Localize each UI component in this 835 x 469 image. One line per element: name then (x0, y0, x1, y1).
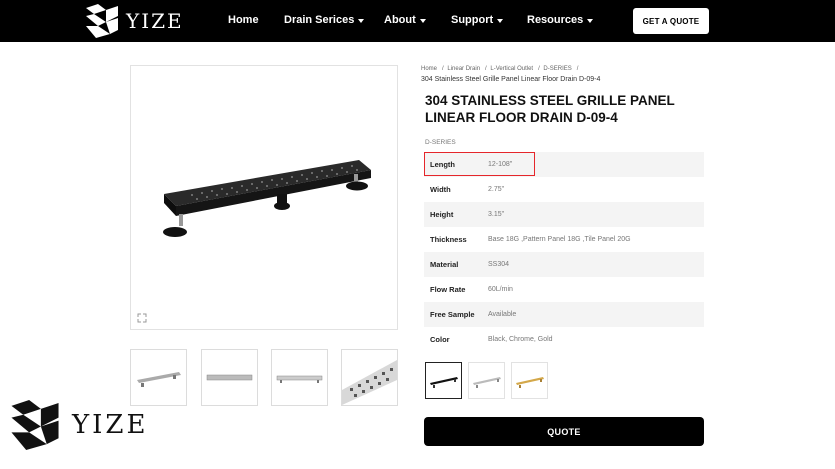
spec-value: 3.15" (488, 211, 505, 218)
thumbnail-2[interactable] (201, 349, 258, 406)
linear-drain-image (163, 160, 371, 237)
nav-resources[interactable]: Resources (527, 14, 594, 26)
chevron-down-icon (419, 18, 426, 23)
breadcrumb-home[interactable]: Home (421, 66, 437, 72)
spec-value: Base 18G ,Pattern Panel 18G ,Tile Panel … (488, 236, 631, 243)
yize-logo-icon (86, 4, 118, 38)
breadcrumb-current: 304 Stainless Steel Grille Panel Linear … (421, 76, 601, 83)
gold-drain-swatch-image (516, 377, 544, 388)
header-logo[interactable]: YIZE (84, 4, 184, 38)
spec-row-height: Height 3.15" (424, 202, 704, 227)
drain-thumbnail-image (137, 372, 181, 387)
thumbnail-1[interactable] (130, 349, 187, 406)
spec-table: Length 12-108" Width 2.75" Height 3.15" … (424, 152, 704, 352)
footer-logo-text: YIZE (72, 410, 149, 440)
thumbnail-3[interactable] (271, 349, 328, 406)
breadcrumb-separator: / (538, 66, 540, 72)
nav-home-label: Home (228, 14, 259, 26)
breadcrumb-separator: / (485, 66, 487, 72)
black-drain-swatch-image (430, 377, 458, 388)
get-a-quote-button[interactable]: GET A QUOTE (633, 8, 709, 34)
spec-value: Available (488, 311, 517, 318)
spec-label: Flow Rate (430, 285, 466, 294)
spec-value: Black, Chrome, Gold (488, 336, 553, 343)
drain-closeup-thumbnail-image (342, 360, 397, 405)
spec-label: Free Sample (430, 310, 475, 319)
nav-resources-label: Resources (527, 14, 584, 26)
spec-row-material: Material SS304 (424, 252, 704, 277)
nav-about-label: About (384, 14, 416, 26)
quote-button[interactable]: QUOTE (424, 417, 704, 446)
spec-row-free-sample: Free Sample Available (424, 302, 704, 327)
swatch-gold[interactable] (511, 362, 548, 399)
chevron-down-icon (358, 18, 365, 23)
drain-thumbnail-image (206, 374, 253, 381)
nav-support-label: Support (451, 14, 494, 26)
spec-value: 2.75" (488, 186, 505, 193)
expand-icon[interactable] (137, 313, 147, 323)
spec-value: SS304 (488, 261, 510, 268)
yize-logo-icon (11, 400, 59, 450)
drain-thumbnail-image (276, 375, 323, 383)
spec-value: 60L/min (488, 286, 513, 293)
chevron-down-icon (587, 18, 594, 23)
logo-text: YIZE (126, 9, 184, 33)
product-main-image[interactable] (130, 65, 398, 330)
site-header: YIZE Home Drain Serices About Support Re… (0, 0, 835, 42)
swatch-chrome[interactable] (468, 362, 505, 399)
spec-row-color: Color Black, Chrome, Gold (424, 327, 704, 352)
nav-drain-serices[interactable]: Drain Serices (284, 14, 365, 26)
product-title: 304 STAINLESS STEEL GRILLE PANEL LINEAR … (425, 93, 675, 125)
footer-logo: YIZE (8, 400, 148, 450)
spec-label: Thickness (430, 235, 467, 244)
spec-label: Width (430, 185, 451, 194)
thumbnail-4[interactable] (341, 349, 398, 406)
breadcrumb: Home / Linear Drain / L-Vertical Outlet / D… (421, 66, 580, 72)
chevron-down-icon (497, 18, 504, 23)
breadcrumb-separator: / (576, 66, 579, 72)
breadcrumb-separator: / (442, 66, 444, 72)
spec-row-width: Width 2.75" (424, 177, 704, 202)
nav-about[interactable]: About (384, 14, 426, 26)
nav-home[interactable]: Home (228, 14, 259, 26)
swatch-black[interactable] (425, 362, 462, 399)
spec-label: Height (430, 210, 454, 219)
breadcrumb-d-series[interactable]: D-SERIES (543, 66, 571, 72)
spec-label: Material (430, 260, 459, 269)
product-series: D-SERIES (425, 139, 456, 146)
spec-row-flow-rate: Flow Rate 60L/min (424, 277, 704, 302)
breadcrumb-l-vertical-outlet[interactable]: L-Vertical Outlet (490, 66, 533, 72)
breadcrumb-linear-drain[interactable]: Linear Drain (447, 66, 480, 72)
spec-row-thickness: Thickness Base 18G ,Pattern Panel 18G ,T… (424, 227, 704, 252)
chrome-drain-swatch-image (473, 377, 501, 388)
nav-support[interactable]: Support (451, 14, 504, 26)
spec-label: Color (430, 335, 450, 344)
length-highlight-box (424, 152, 535, 176)
nav-drain-serices-label: Drain Serices (284, 14, 355, 26)
